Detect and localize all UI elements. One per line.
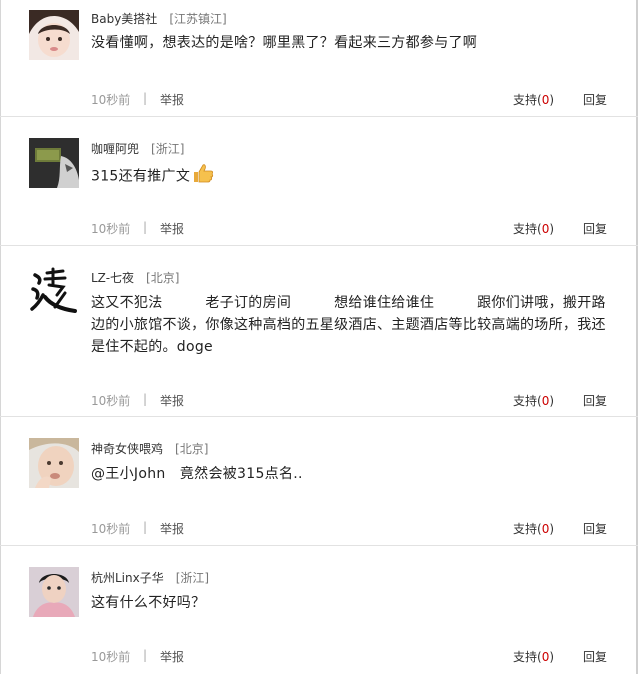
like-button[interactable]: 支持(0) xyxy=(513,520,554,537)
comment-meta: 神奇女侠喂鸡 [北京] xyxy=(91,440,208,457)
comment-text: 这又不犯法 老子订的房间 想给谁住给谁住 跟你们讲哦，搬开路边的小旅馆不谈，你像… xyxy=(91,295,606,355)
like-button[interactable]: 支持(0) xyxy=(513,648,554,665)
like-label: 支持( xyxy=(513,394,542,408)
reply-button[interactable]: 回复 xyxy=(583,220,607,237)
girl-avatar-icon[interactable] xyxy=(29,10,79,60)
report-link[interactable]: 举报 xyxy=(160,91,184,108)
comment-actions: 10秒前 | 举报 支持(0) 回复 xyxy=(91,91,611,111)
location: [北京] xyxy=(175,442,209,456)
comment-actions: 10秒前 | 举报 支持(0) 回复 xyxy=(91,648,611,668)
location: [浙江] xyxy=(151,142,185,156)
comment-text: @王小John 竟然会被315点名.. xyxy=(91,466,303,482)
like-close: ) xyxy=(549,222,555,236)
reply-button[interactable]: 回复 xyxy=(583,520,607,537)
comment-meta: LZ-七夜 [北京] xyxy=(91,269,179,286)
like-button[interactable]: 支持(0) xyxy=(513,392,554,409)
comment-actions: 10秒前 | 举报 支持(0) 回复 xyxy=(91,392,611,412)
comment-item: 神奇女侠喂鸡 [北京] @王小John 竟然会被315点名.. 10秒前 | 举报… xyxy=(0,417,638,546)
timestamp: 10秒前 xyxy=(91,650,131,664)
like-label: 支持( xyxy=(513,93,542,107)
comment-actions: 10秒前 | 举报 支持(0) 回复 xyxy=(91,220,611,240)
mask-avatar-icon[interactable] xyxy=(29,138,79,188)
timestamp: 10秒前 xyxy=(91,222,131,236)
like-close: ) xyxy=(549,522,555,536)
report-link[interactable]: 举报 xyxy=(160,648,184,665)
comment-actions: 10秒前 | 举报 支持(0) 回复 xyxy=(91,520,611,540)
timestamp: 10秒前 xyxy=(91,394,131,408)
like-label: 支持( xyxy=(513,522,542,536)
report-link[interactable]: 举报 xyxy=(160,392,184,409)
calligraphy-avatar-icon[interactable] xyxy=(29,265,79,315)
child-avatar-icon[interactable] xyxy=(29,438,79,488)
comment-meta: Baby美搭社 [江苏镇江] xyxy=(91,10,227,27)
reply-button[interactable]: 回复 xyxy=(583,392,607,409)
like-button[interactable]: 支持(0) xyxy=(513,91,554,108)
like-close: ) xyxy=(549,93,555,107)
location: [江苏镇江] xyxy=(169,12,227,26)
separator: | xyxy=(143,648,148,662)
username[interactable]: 咖喱阿兜 xyxy=(91,142,139,156)
comment-item: LZ-七夜 [北京] 这又不犯法 老子订的房间 想给谁住给谁住 跟你们讲哦，搬开路… xyxy=(0,246,638,417)
separator: | xyxy=(143,520,148,534)
separator: | xyxy=(143,392,148,406)
separator: | xyxy=(143,91,148,105)
comment-item: 咖喱阿兜 [浙江] 315还有推广文 10秒前 | 举报 支持(0) 回复 xyxy=(0,117,638,246)
like-button[interactable]: 支持(0) xyxy=(513,220,554,237)
timestamp: 10秒前 xyxy=(91,93,131,107)
location: [北京] xyxy=(146,271,180,285)
man-avatar-icon[interactable] xyxy=(29,567,79,617)
username[interactable]: 神奇女侠喂鸡 xyxy=(91,442,163,456)
comment-text: 没看懂啊，想表达的是啥？哪里黑了？看起来三方都参与了啊 xyxy=(91,35,478,51)
like-label: 支持( xyxy=(513,222,542,236)
comment-feed: Baby美搭社 [江苏镇江] 没看懂啊，想表达的是啥？哪里黑了？看起来三方都参与了… xyxy=(0,0,638,674)
like-label: 支持( xyxy=(513,650,542,664)
like-close: ) xyxy=(549,650,555,664)
comment-text: 这有什么不好吗？ xyxy=(91,595,206,611)
timestamp: 10秒前 xyxy=(91,522,131,536)
thumbs-up-icon xyxy=(192,163,214,190)
comment-item: 杭州Linx子华 [浙江] 这有什么不好吗？ 10秒前 | 举报 支持(0) 回复 xyxy=(0,546,638,674)
comment-meta: 杭州Linx子华 [浙江] xyxy=(91,569,209,586)
username[interactable]: 杭州Linx子华 xyxy=(91,571,164,585)
comment-meta: 咖喱阿兜 [浙江] xyxy=(91,140,184,157)
username[interactable]: Baby美搭社 xyxy=(91,12,157,26)
report-link[interactable]: 举报 xyxy=(160,220,184,237)
like-close: ) xyxy=(549,394,555,408)
comment-text-row: 315还有推广文 xyxy=(91,163,616,190)
username[interactable]: LZ-七夜 xyxy=(91,271,134,285)
reply-button[interactable]: 回复 xyxy=(583,91,607,108)
comment-text: 315还有推广文 xyxy=(91,168,191,185)
comment-item: Baby美搭社 [江苏镇江] 没看懂啊，想表达的是啥？哪里黑了？看起来三方都参与了… xyxy=(0,0,638,117)
report-link[interactable]: 举报 xyxy=(160,520,184,537)
separator: | xyxy=(143,220,148,234)
location: [浙江] xyxy=(175,571,210,585)
reply-button[interactable]: 回复 xyxy=(583,648,607,665)
